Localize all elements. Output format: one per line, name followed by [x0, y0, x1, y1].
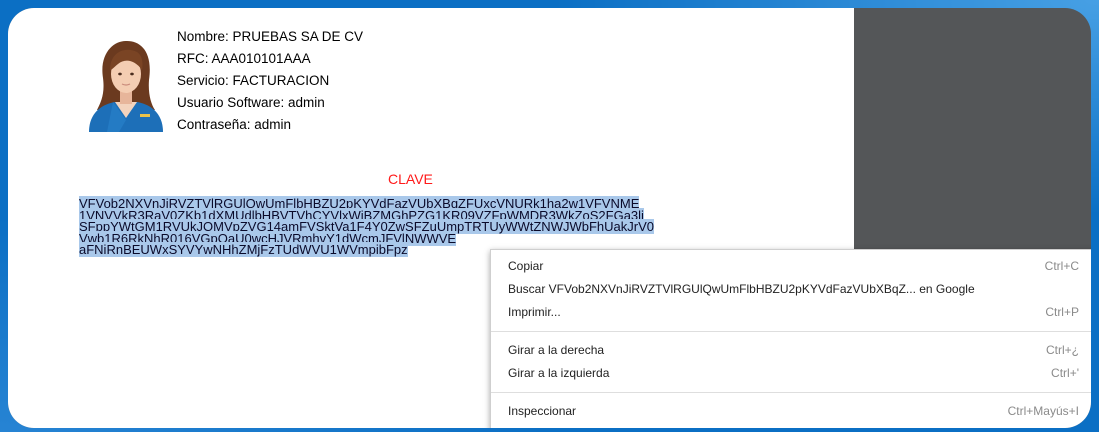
menu-item-copiar[interactable]: Copiar Ctrl+C — [491, 255, 1091, 278]
menu-item-girar-derecha[interactable]: Girar a la derecha Ctrl+¿ — [491, 339, 1091, 362]
menu-item-imprimir[interactable]: Imprimir... Ctrl+P — [491, 301, 1091, 324]
screenshot-frame: Nombre: PRUEBAS SA DE CV RFC: AAA010101A… — [0, 0, 1099, 432]
account-info: Nombre: PRUEBAS SA DE CV RFC: AAA010101A… — [177, 26, 363, 136]
shortcut-imprimir: Ctrl+P — [1045, 305, 1079, 319]
shortcut-girar-derecha: Ctrl+¿ — [1046, 343, 1079, 357]
shortcut-copiar: Ctrl+C — [1044, 259, 1079, 273]
shortcut-inspeccionar: Ctrl+Mayús+I — [1007, 404, 1079, 418]
rfc-text: RFC: AAA010101AAA — [177, 51, 311, 66]
usuario-text: Usuario Software: admin — [177, 95, 325, 110]
context-menu: Copiar Ctrl+C Buscar VFVob2NXVnJiRVZTVlR… — [490, 249, 1091, 428]
menu-separator — [491, 392, 1091, 393]
browser-viewport: Nombre: PRUEBAS SA DE CV RFC: AAA010101A… — [8, 8, 1091, 428]
user-avatar-icon — [89, 40, 163, 132]
nombre-text: Nombre: PRUEBAS SA DE CV — [177, 29, 364, 44]
menu-item-girar-izquierda[interactable]: Girar a la izquierda Ctrl+' — [491, 362, 1091, 385]
shortcut-girar-izquierda: Ctrl+' — [1051, 366, 1079, 380]
menu-separator — [491, 331, 1091, 332]
servicio-text: Servicio: FACTURACION — [177, 73, 330, 88]
menu-item-inspeccionar[interactable]: Inspeccionar Ctrl+Mayús+I — [491, 400, 1091, 423]
clave-selected-text[interactable]: VFVob2NXVnJiRVZTVlRGUlQwUmFlbHBZU2pKYVdF… — [79, 196, 654, 258]
menu-item-buscar-google[interactable]: Buscar VFVob2NXVnJiRVZTVlRGUlQwUmFlbHBZU… — [491, 278, 1091, 301]
contrasena-text: Contraseña: admin — [177, 117, 292, 132]
clave-heading: CLAVE — [388, 171, 433, 187]
